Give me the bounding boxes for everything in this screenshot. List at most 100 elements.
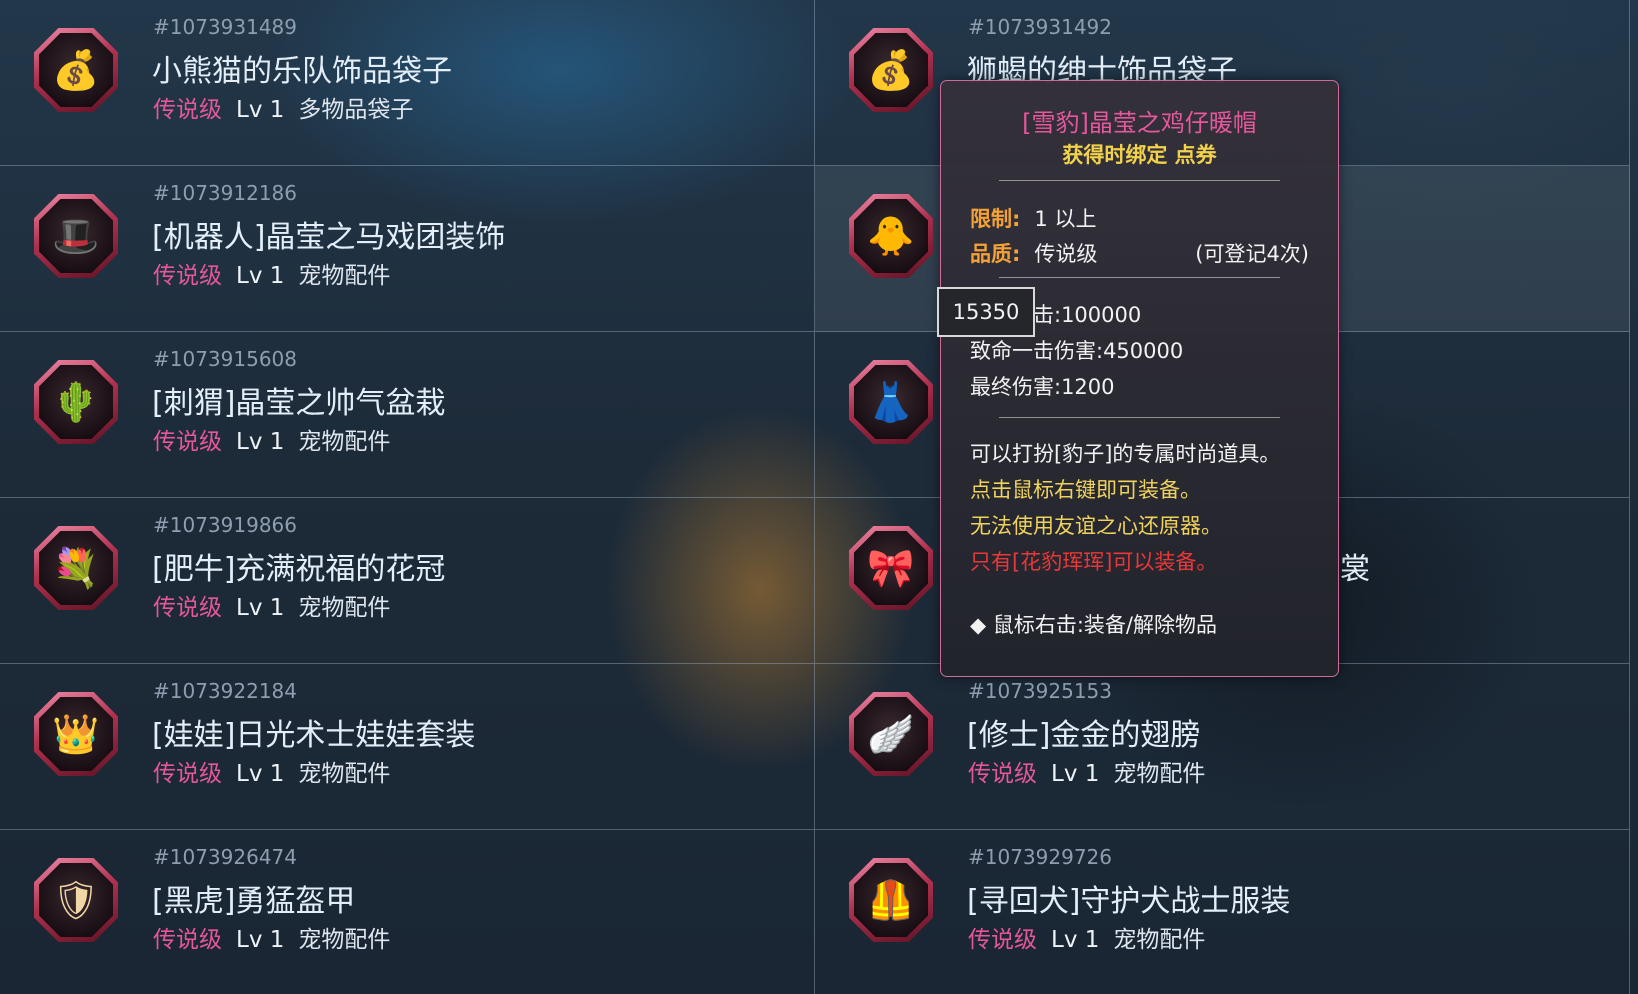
item-level: Lv 1 [236, 761, 285, 787]
desc-line: 点击鼠标右键即可装备。 [970, 478, 1201, 502]
item-id: #1073912186 [153, 181, 298, 205]
item-meta: 传说级 Lv 1 宠物配件 [153, 422, 390, 456]
tooltip-limit-row: 限制: 1 以上 [970, 203, 1096, 233]
tooltip-bind-status: 获得时绑定 点券 [1062, 143, 1217, 167]
count-popup[interactable]: 15350 [937, 287, 1035, 337]
item-id: #1073919866 [153, 513, 298, 537]
item-name: [机器人]晶莹之马戏团装饰 [152, 220, 506, 255]
item-cell[interactable]: 🦺 #1073929726 [寻回犬]守护犬战士服装传说级 Lv 1 宠物配件 [815, 830, 1630, 994]
item-type: 宠物配件 [298, 429, 391, 455]
item-icon-frame[interactable]: 🦺 [849, 858, 933, 942]
desc-line: 无法使用友谊之心还原器。 [970, 514, 1222, 538]
item-rarity: 传说级 [153, 263, 222, 289]
armor-icon: 🛡 [39, 863, 113, 937]
item-cell[interactable]: 💰 #1073931489 小熊猫的乐队饰品袋子 传说级 Lv 1 多物品袋子 [0, 0, 815, 166]
bag-icon: 💰 [39, 33, 113, 107]
stat-attack: 击:100000 [1033, 303, 1142, 327]
item-type: 宠物配件 [298, 595, 391, 621]
item-meta: 传说级 Lv 1 宠物配件 [968, 920, 1205, 954]
item-cell[interactable]: 💐 #1073919866 [肥牛]充满祝福的花冠 传说级 Lv 1 宠物配件 [0, 498, 815, 664]
item-icon-frame[interactable]: 🌵 [34, 360, 118, 444]
item-type: 宠物配件 [1113, 761, 1206, 787]
item-name: [黑虎]勇猛盔甲 [152, 884, 356, 919]
item-level: Lv 1 [236, 97, 285, 123]
wing-icon: 🪽 [854, 697, 928, 771]
desc-line: 只有[花豹珲珲]可以装备。 [970, 550, 1218, 574]
stat-final-damage: 最终伤害:1200 [970, 375, 1115, 399]
item-type: 宠物配件 [298, 927, 391, 953]
doll-set-icon: 👑 [39, 697, 113, 771]
item-level: Lv 1 [236, 429, 285, 455]
tooltip-divider [999, 277, 1280, 278]
item-rarity: 传说级 [153, 429, 222, 455]
item-cell[interactable]: 🌵 #1073915608 [刺猬]晶莹之帅气盆栽 传说级 Lv 1 宠物配件 [0, 332, 815, 498]
item-name: 小熊猫的乐队饰品袋子 [152, 54, 452, 89]
item-cell[interactable]: 🎩 #1073912186 [机器人]晶莹之马戏团装饰传说级 Lv 1 宠物配件 [0, 166, 815, 332]
item-icon-frame[interactable]: 🎩 [34, 194, 118, 278]
item-rarity: 传说级 [153, 595, 222, 621]
item-level: Lv 1 [1051, 761, 1100, 787]
item-id: #1073931489 [153, 15, 298, 39]
tooltip-quality-row: 品质: 传说级 [970, 238, 1097, 268]
chick-hat-icon: 🐥 [854, 199, 928, 273]
item-icon-frame[interactable]: 🎀 [849, 526, 933, 610]
item-icon-frame[interactable]: 👑 [34, 692, 118, 776]
item-cell[interactable]: 🛡 #1073926474 [黑虎]勇猛盔甲传说级 Lv 1 宠物配件 [0, 830, 815, 994]
item-grid: 💰 #1073931489 小熊猫的乐队饰品袋子传说级 Lv 1 多物品袋子 💰 #1073… [0, 0, 1630, 994]
item-icon-frame[interactable]: 💰 [849, 28, 933, 112]
item-icon-frame[interactable]: 🪽 [849, 692, 933, 776]
tooltip-divider [999, 180, 1280, 181]
tooltip-hint: ◆ 鼠标右击:装备/解除物品 [970, 613, 1217, 637]
item-level: Lv 1 [236, 927, 285, 953]
item-icon-frame[interactable]: 🐥 [849, 194, 933, 278]
circus-hat-icon: 🎩 [39, 199, 113, 273]
item-type: 宠物配件 [1113, 927, 1206, 953]
bag-icon: 💰 [854, 33, 928, 107]
item-icon-frame[interactable]: 🛡 [34, 858, 118, 942]
item-id: #1073926474 [153, 845, 298, 869]
tooltip-divider [999, 417, 1280, 418]
item-meta: 传说级 Lv 1 宠物配件 [153, 920, 390, 954]
potted-plant-icon: 🌵 [39, 365, 113, 439]
item-name: [修士]金金的翅膀 [967, 718, 1201, 753]
item-meta: 传说级 Lv 1 宠物配件 [968, 754, 1205, 788]
item-name: 裳 [1340, 552, 1370, 587]
desc-line: 可以打扮[豹子]的专属时尚道具。 [970, 442, 1281, 466]
item-meta: 传说级 Lv 1 多物品袋子 [153, 90, 413, 124]
item-meta: 传说级 Lv 1 宠物配件 [153, 754, 390, 788]
warrior-outfit-icon: 🦺 [854, 863, 928, 937]
stat-crit-damage: 致命一击伤害:450000 [970, 339, 1184, 363]
item-icon-frame[interactable]: 💰 [34, 28, 118, 112]
tooltip-title: [雪豹]晶莹之鸡仔暖帽 [1022, 109, 1257, 137]
item-level: Lv 1 [1051, 927, 1100, 953]
limit-label: 限制: [970, 207, 1021, 231]
item-rarity: 传说级 [153, 927, 222, 953]
item-type: 多物品袋子 [298, 97, 414, 123]
item-rarity: 传说级 [968, 927, 1037, 953]
item-name: [娃娃]日光术士娃娃套装 [152, 718, 476, 753]
register-count: (可登记4次) [1195, 242, 1309, 266]
item-icon-frame[interactable]: 👗 [849, 360, 933, 444]
limit-value: 1 以上 [1034, 207, 1097, 231]
item-id: #1073929726 [968, 845, 1113, 869]
skirt-icon: 👗 [854, 365, 928, 439]
item-name: [寻回犬]守护犬战士服装 [967, 884, 1291, 919]
item-tooltip: [雪豹]晶莹之鸡仔暖帽 获得时绑定 点券 限制: 1 以上 品质: 传说级 (可登记… [940, 80, 1339, 677]
item-id: #1073922184 [153, 679, 298, 703]
item-level: Lv 1 [236, 595, 285, 621]
item-level: Lv 1 [236, 263, 285, 289]
quality-label: 品质: [970, 242, 1021, 266]
item-type: 宠物配件 [298, 761, 391, 787]
item-meta: 传说级 Lv 1 宠物配件 [153, 588, 390, 622]
item-cell[interactable]: 🪽 #1073925153 [修士]金金的翅膀 传说级 Lv 1 宠物配件 [815, 664, 1630, 830]
quality-value: 传说级 [1034, 242, 1098, 266]
item-icon-frame[interactable]: 💐 [34, 526, 118, 610]
item-rarity: 传说级 [153, 761, 222, 787]
item-cell[interactable]: 👑 #1073922184 [娃娃]日光术士娃娃套装传说级 Lv 1 宠物配件 [0, 664, 815, 830]
item-id: #1073925153 [968, 679, 1113, 703]
red-scarf-icon: 🎀 [854, 531, 928, 605]
item-id: #1073915608 [153, 347, 298, 371]
item-type: 宠物配件 [298, 263, 391, 289]
item-id: #1073931492 [968, 15, 1113, 39]
flower-crown-icon: 💐 [39, 531, 113, 605]
